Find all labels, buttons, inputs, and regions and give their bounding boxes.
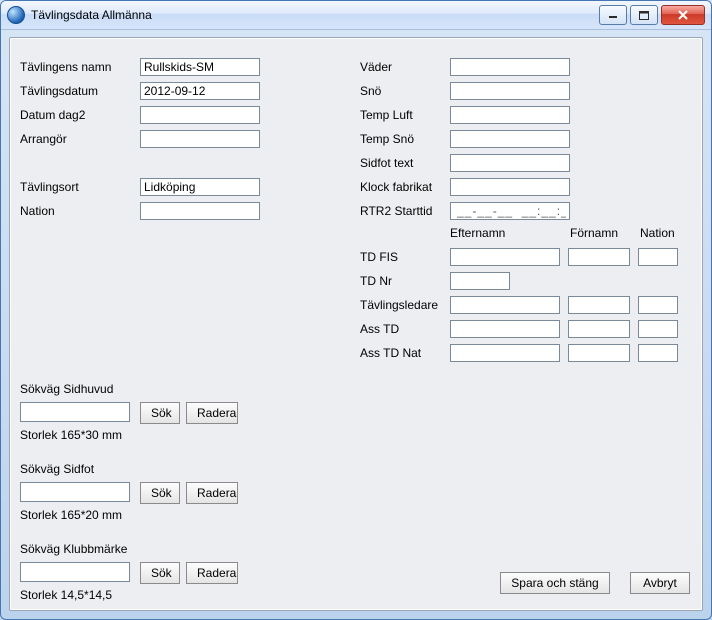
close-icon — [677, 10, 689, 20]
col-header-firstname: Förnamn — [570, 226, 618, 240]
input-competition-place[interactable] — [140, 178, 260, 196]
label-race-leader: Tävlingsledare — [360, 298, 438, 312]
label-rtr2-starttime: RTR2 Starttid — [360, 204, 432, 218]
label-ass-td: Ass TD — [360, 322, 399, 336]
input-ass-td-nat-lastname[interactable] — [450, 344, 560, 362]
browse-header-button[interactable]: Sök — [140, 402, 180, 424]
input-temp-air[interactable] — [450, 106, 570, 124]
minimize-button[interactable] — [599, 5, 627, 25]
input-ass-td-nat-nation[interactable] — [638, 344, 678, 362]
input-rtr2-starttime[interactable] — [450, 202, 570, 220]
input-path-footer[interactable] — [20, 482, 130, 502]
input-temp-snow[interactable] — [450, 130, 570, 148]
input-snow[interactable] — [450, 82, 570, 100]
label-organizer: Arrangör — [20, 132, 67, 146]
label-weather: Väder — [360, 60, 392, 74]
delete-footer-button[interactable]: Radera — [186, 482, 238, 504]
input-competition-name[interactable] — [140, 58, 260, 76]
label-path-header: Sökväg Sidhuvud — [20, 382, 113, 396]
label-footer-size: Storlek 165*20 mm — [20, 508, 122, 522]
input-td-fis-nation[interactable] — [638, 248, 678, 266]
maximize-button[interactable] — [630, 5, 658, 25]
input-ass-td-nation[interactable] — [638, 320, 678, 338]
window-title: Tävlingsdata Allmänna — [31, 8, 599, 22]
input-ass-td-nat-firstname[interactable] — [568, 344, 630, 362]
input-ass-td-lastname[interactable] — [450, 320, 560, 338]
input-path-club[interactable] — [20, 562, 130, 582]
input-td-fis-lastname[interactable] — [450, 248, 560, 266]
label-td-nr: TD Nr — [360, 274, 392, 288]
app-icon — [7, 6, 25, 24]
label-nation: Nation — [20, 204, 55, 218]
label-td-fis: TD FIS — [360, 250, 398, 264]
label-competition-place: Tävlingsort — [20, 180, 79, 194]
delete-header-button[interactable]: Radera — [186, 402, 238, 424]
label-clock-brand: Klock fabrikat — [360, 180, 432, 194]
label-footer-text: Sidfot text — [360, 156, 413, 170]
label-path-club: Sökväg Klubbmärke — [20, 542, 127, 556]
input-td-fis-firstname[interactable] — [568, 248, 630, 266]
input-footer-text[interactable] — [450, 154, 570, 172]
input-race-leader-firstname[interactable] — [568, 296, 630, 314]
input-race-leader-lastname[interactable] — [450, 296, 560, 314]
dialog-panel: Tävlingens namn Tävlingsdatum Datum dag2… — [9, 37, 703, 611]
label-competition-name: Tävlingens namn — [20, 60, 111, 74]
input-nation[interactable] — [140, 202, 260, 220]
input-competition-date[interactable] — [140, 82, 260, 100]
input-race-leader-nation[interactable] — [638, 296, 678, 314]
col-header-lastname: Efternamn — [450, 226, 505, 240]
titlebar: Tävlingsdata Allmänna — [1, 1, 711, 30]
label-path-footer: Sökväg Sidfot — [20, 462, 94, 476]
input-td-nr[interactable] — [450, 272, 510, 290]
label-competition-date: Tävlingsdatum — [20, 84, 98, 98]
browse-footer-button[interactable]: Sök — [140, 482, 180, 504]
minimize-icon — [608, 11, 618, 19]
close-button[interactable] — [661, 5, 705, 25]
browse-club-button[interactable]: Sök — [140, 562, 180, 584]
save-close-button[interactable]: Spara och stäng — [500, 572, 610, 594]
label-temp-air: Temp Luft — [360, 108, 413, 122]
label-ass-td-nat: Ass TD Nat — [360, 346, 421, 360]
col-header-nation: Nation — [640, 226, 675, 240]
input-path-header[interactable] — [20, 402, 130, 422]
label-snow: Snö — [360, 84, 381, 98]
delete-club-button[interactable]: Radera — [186, 562, 238, 584]
label-header-size: Storlek 165*30 mm — [20, 428, 122, 442]
input-organizer[interactable] — [140, 130, 260, 148]
label-date-day2: Datum dag2 — [20, 108, 85, 122]
input-clock-brand[interactable] — [450, 178, 570, 196]
cancel-button[interactable]: Avbryt — [630, 572, 690, 594]
maximize-icon — [639, 11, 649, 20]
input-ass-td-firstname[interactable] — [568, 320, 630, 338]
label-temp-snow: Temp Snö — [360, 132, 414, 146]
input-weather[interactable] — [450, 58, 570, 76]
label-club-size: Storlek 14,5*14,5 — [20, 588, 112, 602]
input-date-day2[interactable] — [140, 106, 260, 124]
